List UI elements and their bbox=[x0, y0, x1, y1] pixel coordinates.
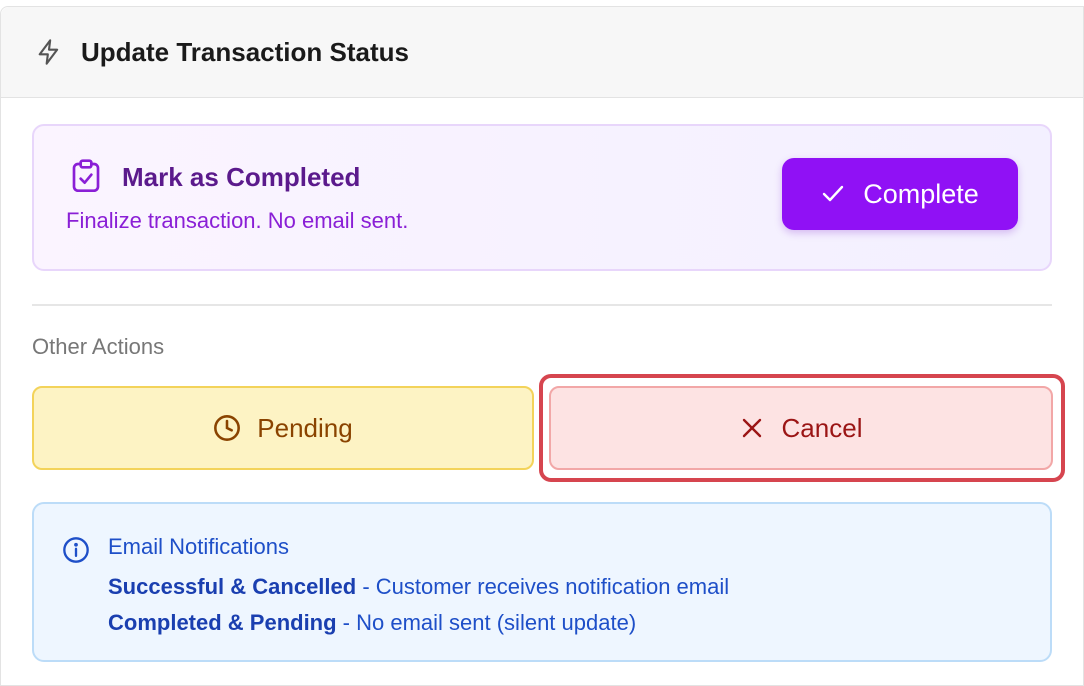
cancel-button[interactable]: Cancel bbox=[549, 386, 1053, 470]
mark-completed-description: Finalize transaction. No email sent. bbox=[66, 208, 409, 233]
clock-icon bbox=[213, 414, 241, 442]
card-header: Update Transaction Status bbox=[1, 7, 1083, 98]
complete-button[interactable]: Complete bbox=[782, 158, 1018, 230]
info-icon bbox=[62, 536, 90, 564]
close-icon bbox=[740, 416, 764, 440]
email-notifications-title: Email Notifications bbox=[108, 534, 289, 559]
other-actions-label: Other Actions bbox=[32, 334, 165, 359]
pending-button[interactable]: Pending bbox=[32, 386, 534, 470]
pending-button-label: Pending bbox=[257, 412, 353, 443]
info-line-text: - No email sent (silent update) bbox=[336, 610, 637, 635]
divider bbox=[32, 304, 1052, 306]
info-line-bold: Successful & Cancelled bbox=[108, 574, 357, 599]
complete-button-label: Complete bbox=[863, 178, 979, 209]
mark-completed-panel: Mark as Completed Finalize transaction. … bbox=[32, 124, 1052, 271]
info-line-bold: Completed & Pending bbox=[108, 610, 337, 635]
info-line: Completed & Pending - No email sent (sil… bbox=[108, 610, 636, 636]
cancel-button-label: Cancel bbox=[781, 412, 863, 443]
clipboard-check-icon bbox=[70, 158, 102, 194]
check-icon bbox=[821, 184, 845, 204]
mark-completed-title: Mark as Completed bbox=[122, 162, 361, 192]
info-line-text: - Customer receives notification email bbox=[356, 574, 730, 599]
page-title: Update Transaction Status bbox=[81, 36, 409, 67]
bolt-icon bbox=[35, 38, 63, 66]
info-line: Successful & Cancelled - Customer receiv… bbox=[108, 574, 729, 600]
email-notifications-panel: Email Notifications Successful & Cancell… bbox=[32, 502, 1052, 662]
